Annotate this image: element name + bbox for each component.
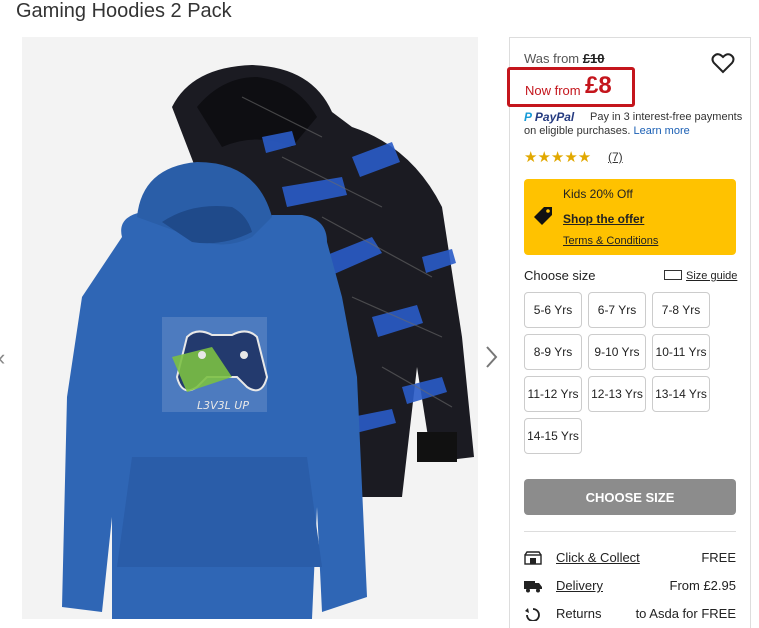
size-option[interactable]: 11-12 Yrs [524, 376, 582, 412]
paypal-logo: P PayPal [524, 110, 574, 124]
page-title: Gaming Hoodies 2 Pack [16, 0, 232, 22]
rating-stars: ★★★★★ [524, 149, 592, 166]
paypal-logo-mark: P [524, 110, 532, 124]
now-price-value: £8 [585, 72, 612, 99]
ruler-icon [664, 270, 682, 281]
promo-banner: Kids 20% Off Shop the offer Terms & Cond… [524, 179, 736, 255]
size-guide-link[interactable]: Size guide [664, 270, 737, 282]
paypal-logo-text: PayPal [534, 110, 575, 124]
delivery-option-click-collect: Click & Collect FREE [524, 550, 736, 568]
tag-icon [534, 207, 552, 225]
terms-link[interactable]: Terms & Conditions [563, 235, 658, 247]
size-option[interactable]: 14-15 Yrs [524, 418, 582, 454]
previous-image-icon[interactable]: ‹ [0, 345, 5, 371]
delivery-option-returns: Returns to Asda for FREE [524, 606, 736, 624]
size-option[interactable]: 12-13 Yrs [588, 376, 646, 412]
hoodies-illustration: L3V3L UP [62, 65, 474, 619]
delivery-option-home: Delivery From £2.95 [524, 578, 736, 596]
paypal-message-line2: on eligible purchases. Learn more [524, 125, 690, 137]
size-option[interactable]: 7-8 Yrs [652, 292, 710, 328]
shop-offer-link[interactable]: Shop the offer [563, 212, 644, 226]
size-guide-label: Size guide [686, 270, 738, 282]
delivery-price: From £2.95 [669, 578, 736, 593]
product-image: L3V3L UP [22, 37, 478, 619]
truck-icon [524, 581, 542, 593]
size-option[interactable]: 13-14 Yrs [652, 376, 710, 412]
promo-title: Kids 20% Off [563, 187, 633, 201]
paypal-message-text: on eligible purchases. [524, 125, 631, 137]
size-option[interactable]: 10-11 Yrs [652, 334, 710, 370]
divider [524, 531, 736, 532]
svg-text:L3V3L UP: L3V3L UP [197, 399, 249, 412]
now-price-label: Now from [525, 83, 581, 98]
store-icon [524, 551, 542, 565]
delivery-link[interactable]: Delivery [556, 578, 603, 593]
heart-icon[interactable] [711, 52, 735, 74]
paypal-learn-more-link[interactable]: Learn more [633, 125, 689, 137]
was-price-value: £10 [582, 51, 605, 66]
was-price-label: Was from [524, 51, 580, 66]
click-collect-price: FREE [701, 550, 736, 565]
size-option[interactable]: 6-7 Yrs [588, 292, 646, 328]
size-option[interactable]: 8-9 Yrs [524, 334, 582, 370]
review-count-link[interactable]: (7) [608, 150, 623, 164]
was-price: Was from £10 [524, 51, 604, 66]
size-option[interactable]: 9-10 Yrs [588, 334, 646, 370]
click-collect-link[interactable]: Click & Collect [556, 550, 640, 565]
next-image-icon[interactable] [484, 343, 500, 371]
size-option[interactable]: 5-6 Yrs [524, 292, 582, 328]
paypal-message-line1: Pay in 3 interest-free payments [590, 111, 743, 123]
choose-size-heading: Choose size [524, 268, 596, 283]
choose-size-button[interactable]: CHOOSE SIZE [524, 479, 736, 515]
